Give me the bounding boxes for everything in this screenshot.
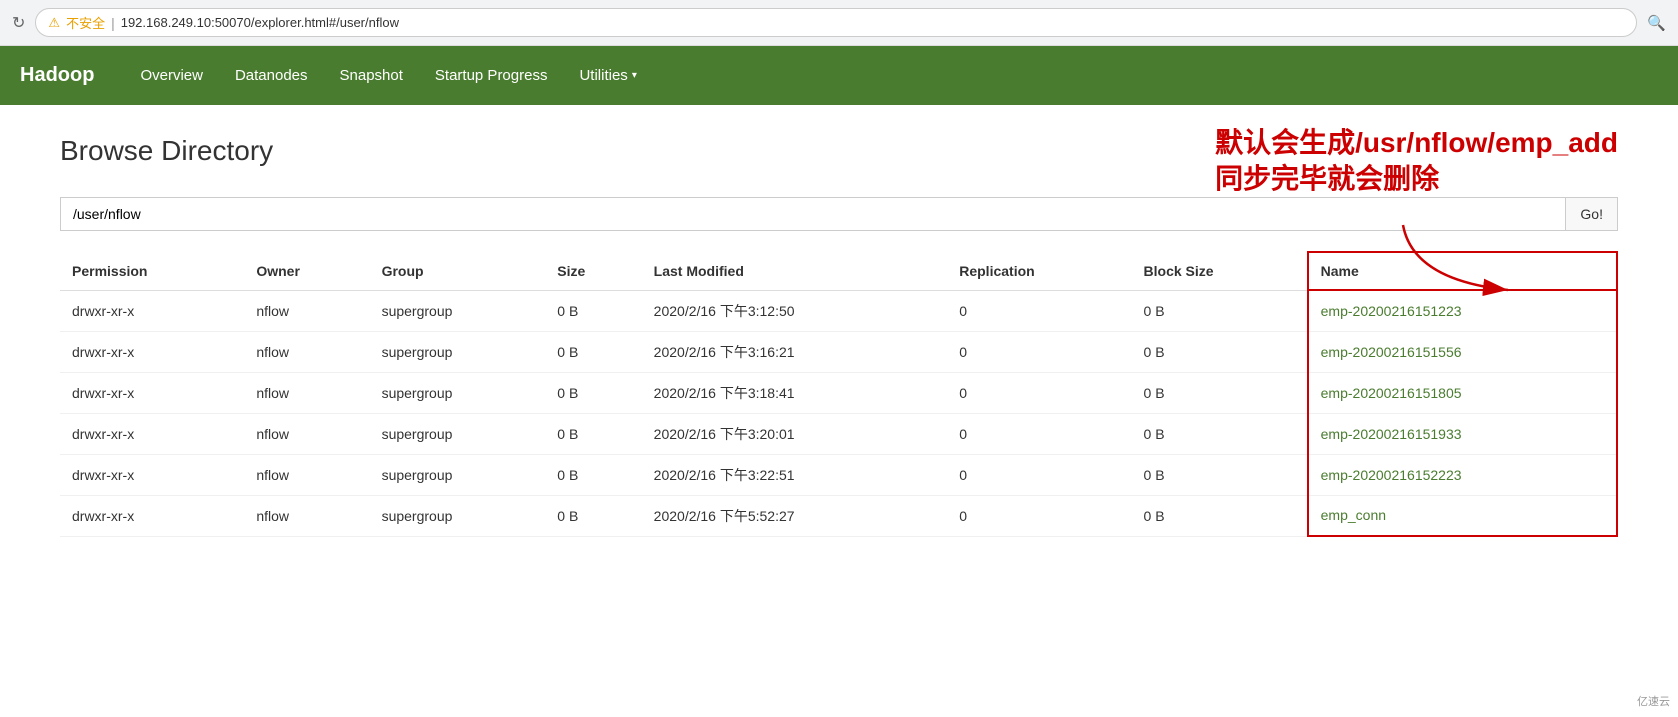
nav-datanodes[interactable]: Datanodes [219,49,324,102]
cell-modified: 2020/2/16 下午3:12:50 [642,290,948,331]
cell-replication: 0 [947,331,1131,372]
page-title: Browse Directory [60,135,1618,167]
cell-name[interactable]: emp-20200216152223 [1308,454,1617,495]
col-name: Name [1308,252,1617,290]
nav-utilities[interactable]: Utilities ▾ [563,49,652,102]
directory-table: Permission Owner Group Size Last Modifie… [60,251,1618,537]
cell-block-size: 0 B [1132,331,1308,372]
navbar-brand[interactable]: Hadoop [20,46,114,105]
insecure-label: 不安全 [66,13,105,32]
cell-block-size: 0 B [1132,372,1308,413]
cell-size: 0 B [545,495,641,536]
cell-name[interactable]: emp_conn [1308,495,1617,536]
cell-size: 0 B [545,290,641,331]
cell-owner: nflow [244,372,369,413]
cell-name[interactable]: emp-20200216151556 [1308,331,1617,372]
cell-name[interactable]: emp-20200216151933 [1308,413,1617,454]
go-button[interactable]: Go! [1565,197,1618,231]
cell-name[interactable]: emp-20200216151805 [1308,372,1617,413]
browser-search-icon[interactable]: 🔍 [1647,14,1666,32]
nav-snapshot[interactable]: Snapshot [324,49,419,102]
cell-block-size: 0 B [1132,290,1308,331]
table-container: Permission Owner Group Size Last Modifie… [60,251,1618,537]
cell-modified: 2020/2/16 下午3:22:51 [642,454,948,495]
reload-button[interactable]: ↻ [12,13,25,33]
cell-group: supergroup [370,331,546,372]
table-row: drwxr-xr-x nflow supergroup 0 B 2020/2/1… [60,290,1617,331]
url-text: 192.168.249.10:50070/explorer.html#/user… [121,15,1625,30]
col-last-modified: Last Modified [642,252,948,290]
cell-owner: nflow [244,413,369,454]
navbar: Hadoop Overview Datanodes Snapshot Start… [0,46,1678,105]
url-bar[interactable]: ⚠ 不安全 | 192.168.249.10:50070/explorer.ht… [35,8,1637,37]
table-row: drwxr-xr-x nflow supergroup 0 B 2020/2/1… [60,372,1617,413]
cell-block-size: 0 B [1132,454,1308,495]
cell-permission: drwxr-xr-x [60,454,244,495]
cell-owner: nflow [244,495,369,536]
watermark: 亿速云 [1637,693,1670,709]
cell-group: supergroup [370,372,546,413]
cell-group: supergroup [370,454,546,495]
cell-modified: 2020/2/16 下午3:20:01 [642,413,948,454]
cell-owner: nflow [244,331,369,372]
cell-replication: 0 [947,372,1131,413]
cell-permission: drwxr-xr-x [60,372,244,413]
table-row: drwxr-xr-x nflow supergroup 0 B 2020/2/1… [60,331,1617,372]
warning-icon: ⚠ [48,15,60,31]
cell-block-size: 0 B [1132,413,1308,454]
main-content: Browse Directory 默认会生成/usr/nflow/emp_add… [0,105,1678,567]
nav-overview[interactable]: Overview [124,49,219,102]
cell-group: supergroup [370,495,546,536]
cell-group: supergroup [370,413,546,454]
table-row: drwxr-xr-x nflow supergroup 0 B 2020/2/1… [60,454,1617,495]
col-permission: Permission [60,252,244,290]
cell-size: 0 B [545,372,641,413]
cell-replication: 0 [947,290,1131,331]
cell-modified: 2020/2/16 下午5:52:27 [642,495,948,536]
cell-size: 0 B [545,331,641,372]
cell-modified: 2020/2/16 下午3:18:41 [642,372,948,413]
nav-startup-progress[interactable]: Startup Progress [419,49,564,102]
col-group: Group [370,252,546,290]
cell-size: 0 B [545,413,641,454]
cell-size: 0 B [545,454,641,495]
cell-replication: 0 [947,454,1131,495]
table-row: drwxr-xr-x nflow supergroup 0 B 2020/2/1… [60,495,1617,536]
cell-permission: drwxr-xr-x [60,413,244,454]
browser-bar: ↻ ⚠ 不安全 | 192.168.249.10:50070/explorer.… [0,0,1678,46]
cell-block-size: 0 B [1132,495,1308,536]
col-owner: Owner [244,252,369,290]
url-separator: | [111,15,115,31]
dropdown-arrow-icon: ▾ [632,70,637,81]
cell-owner: nflow [244,454,369,495]
col-size: Size [545,252,641,290]
cell-modified: 2020/2/16 下午3:16:21 [642,331,948,372]
cell-permission: drwxr-xr-x [60,495,244,536]
col-block-size: Block Size [1132,252,1308,290]
cell-name[interactable]: emp-20200216151223 [1308,290,1617,331]
cell-owner: nflow [244,290,369,331]
cell-permission: drwxr-xr-x [60,331,244,372]
col-replication: Replication [947,252,1131,290]
cell-permission: drwxr-xr-x [60,290,244,331]
cell-replication: 0 [947,413,1131,454]
cell-replication: 0 [947,495,1131,536]
path-input[interactable] [60,197,1565,231]
cell-group: supergroup [370,290,546,331]
path-bar: Go! [60,197,1618,231]
table-row: drwxr-xr-x nflow supergroup 0 B 2020/2/1… [60,413,1617,454]
